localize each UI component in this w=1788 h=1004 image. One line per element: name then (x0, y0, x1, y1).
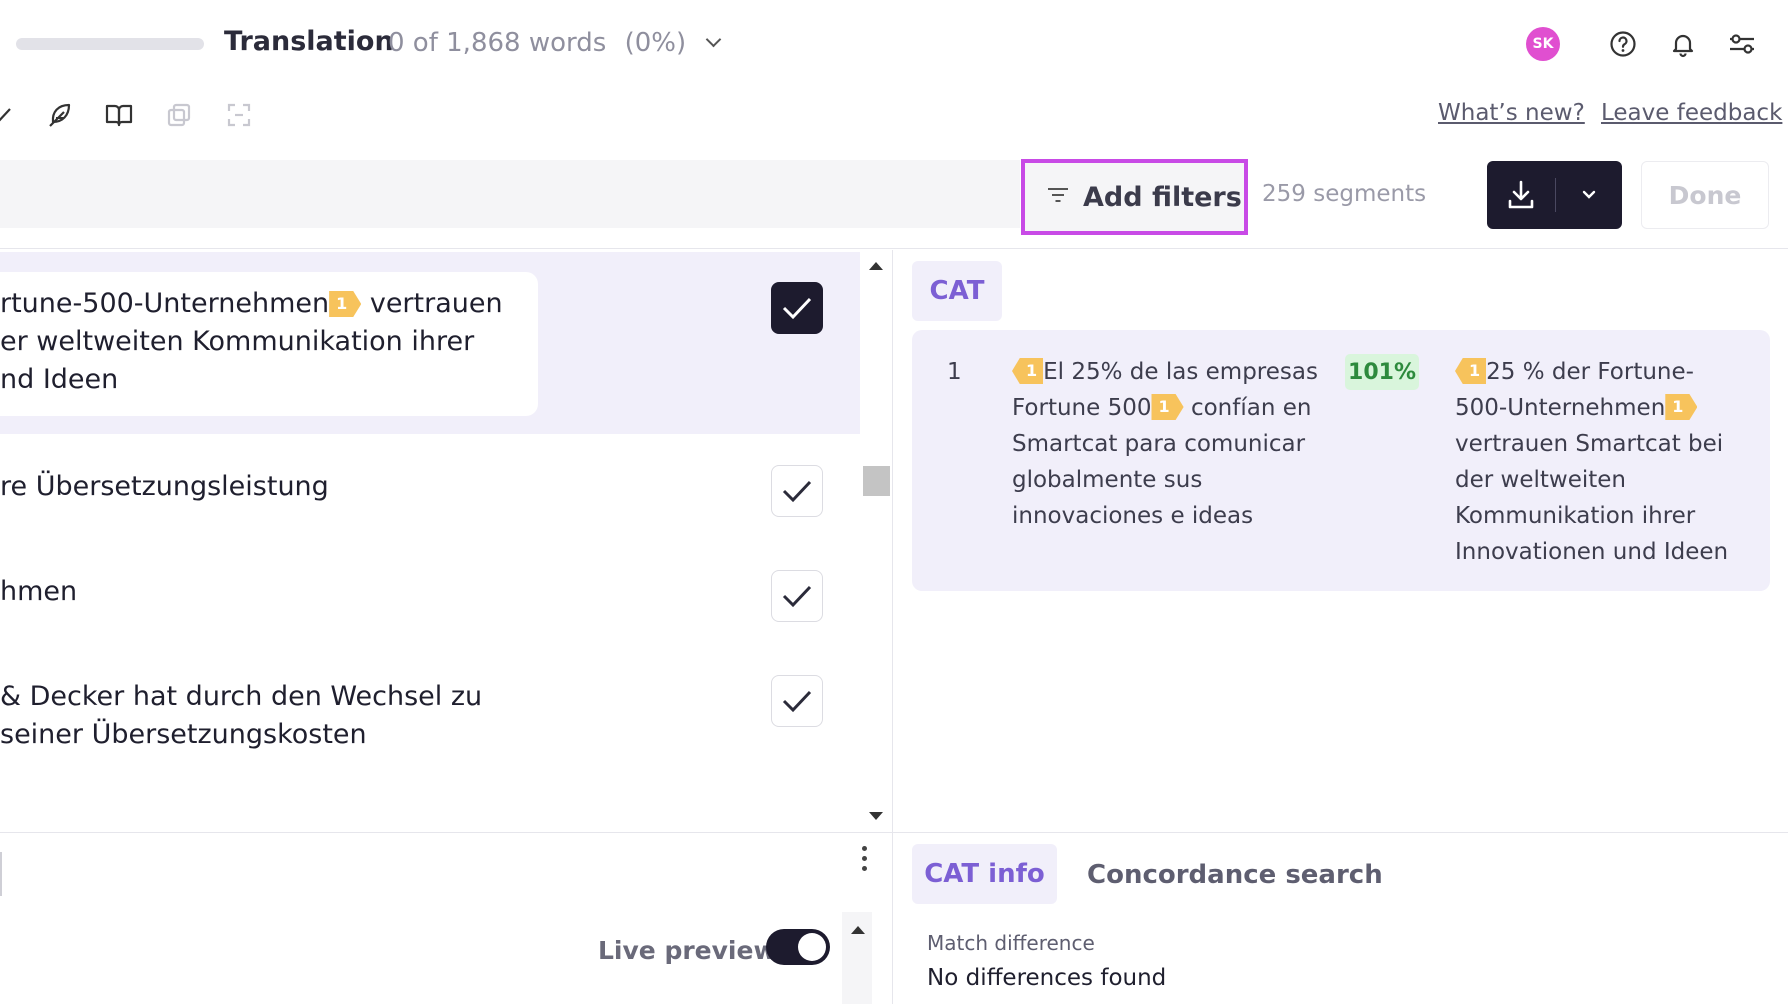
leave-feedback-link[interactable]: Leave feedback (1601, 100, 1782, 126)
merge-segments-icon (221, 97, 257, 133)
scrollbar-thumb[interactable] (863, 466, 890, 496)
match-difference-value: No differences found (927, 965, 1167, 991)
panel-divider (892, 250, 893, 1004)
avatar[interactable]: SK (1526, 27, 1560, 61)
match-percent-badge: 101% (1345, 354, 1419, 390)
segment-editor[interactable]: rtune-500-Unternehmen 1 vertrauen er welt… (0, 272, 538, 416)
tag-marker: 1 (1012, 358, 1044, 384)
more-options-icon[interactable] (862, 846, 867, 871)
divider (0, 248, 1788, 249)
check-icon (782, 297, 812, 320)
book-icon[interactable] (101, 97, 137, 133)
add-filters-button[interactable]: Add filters (1021, 159, 1248, 235)
match-source: 1 El 25% de las empresas Fortune 500 1 con… (1012, 358, 1318, 529)
feather-icon[interactable] (41, 97, 77, 133)
segment-text[interactable]: re Übersetzungsleistung (0, 468, 329, 506)
stage-title: Translation (224, 26, 394, 57)
input-edge (0, 852, 2, 896)
segment-text[interactable]: & Decker hat durch den Wechsel zu (0, 678, 482, 716)
download-options-chevron-icon[interactable] (1556, 189, 1622, 201)
download-icon[interactable] (1487, 179, 1555, 211)
add-filters-label: Add filters (1083, 181, 1242, 213)
help-icon[interactable] (1605, 26, 1641, 62)
done-button[interactable]: Done (1641, 161, 1769, 229)
tag-marker: 1 (1665, 394, 1698, 420)
tm-match-card[interactable]: 1 1 El 25% de las empresas Fortune 500 1 c… (912, 330, 1770, 591)
segment-text-line: nd Ideen (0, 364, 119, 395)
divider (0, 832, 1788, 833)
whats-new-link[interactable]: What’s new? (1438, 100, 1585, 126)
download-button[interactable] (1487, 161, 1622, 229)
tab-cat[interactable]: CAT (912, 261, 1002, 321)
live-preview-label: Live preview (598, 936, 777, 965)
check-icon[interactable] (0, 97, 18, 133)
confirm-segment-button[interactable] (771, 675, 823, 727)
scroll-up-arrow[interactable] (869, 262, 883, 270)
live-preview-toggle[interactable] (766, 929, 830, 965)
confirm-segment-button[interactable] (771, 282, 823, 334)
match-index: 1 (947, 359, 962, 385)
word-count-percent: (0%) (624, 28, 687, 58)
segment-text-line: er weltweiten Kommunikation ihrer (0, 326, 475, 357)
copy-icon (161, 97, 197, 133)
tab-concordance-search[interactable]: Concordance search (1087, 860, 1383, 890)
check-icon (782, 690, 812, 713)
check-icon (782, 480, 812, 503)
settings-sliders-icon[interactable] (1724, 26, 1760, 62)
match-difference-label: Match difference (927, 931, 1095, 955)
segment-text[interactable]: hmen (0, 573, 77, 611)
scroll-down-arrow[interactable] (869, 812, 883, 820)
confirm-segment-button[interactable] (771, 465, 823, 517)
word-count-dropdown[interactable]: 0 of 1,868 words (0%) (388, 28, 722, 58)
filter-bar (0, 160, 1020, 228)
match-target: 1 25 % der Fortune- 500-Unternehmen 1 vert… (1455, 358, 1729, 565)
segments-count: 259 segments (1262, 181, 1427, 207)
tab-cat-info[interactable]: CAT info (912, 844, 1057, 904)
filter-icon (1047, 186, 1069, 208)
word-count-text: 0 of 1,868 words (388, 28, 607, 58)
check-icon (782, 585, 812, 608)
chevron-down-icon (706, 31, 722, 48)
progress-bar (16, 38, 204, 50)
tag-marker: 1 (1455, 358, 1487, 384)
segment-text-line: rtune-500-Unternehmen 1 vertrauen (0, 288, 503, 319)
preview-scroll-up-arrow[interactable] (851, 926, 865, 934)
segment-text[interactable]: seiner Übersetzungskosten (0, 716, 367, 754)
bell-icon[interactable] (1665, 26, 1701, 62)
tag-marker: 1 (329, 291, 362, 317)
tag-marker: 1 (1151, 394, 1184, 420)
confirm-segment-button[interactable] (771, 570, 823, 622)
